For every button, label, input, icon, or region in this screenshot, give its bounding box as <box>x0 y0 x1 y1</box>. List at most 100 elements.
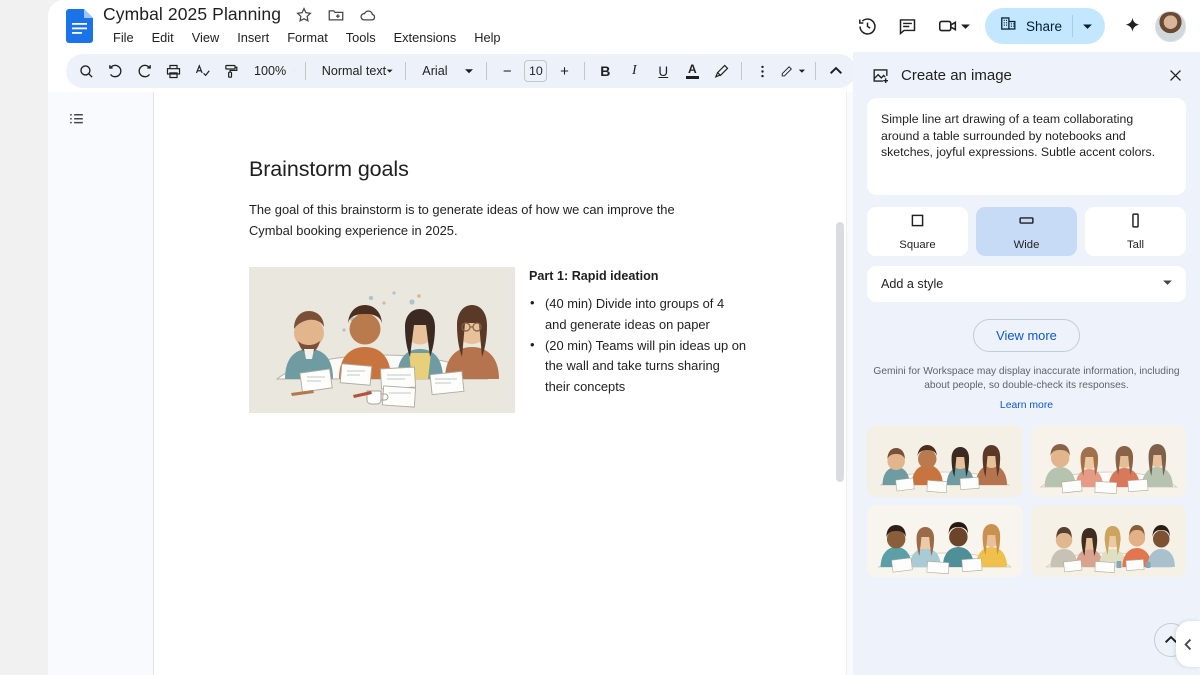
menu-bar: File Edit View Insert Format Tools Exten… <box>105 27 509 48</box>
document-section: Part 1: Rapid ideation (40 min) Divide i… <box>529 267 747 413</box>
aspect-ratio-group: Square Wide Tall <box>867 207 1186 256</box>
zoom-level-dropdown[interactable]: 100% <box>246 57 299 85</box>
list-item: (20 min) Teams will pin ideas up on the … <box>529 335 747 397</box>
text-color-button[interactable]: A <box>678 57 706 85</box>
text-color-swatch <box>685 75 699 79</box>
list-item: (40 min) Divide into groups of 4 and gen… <box>529 293 747 335</box>
more-options-icon[interactable] <box>748 57 776 85</box>
generated-image-thumbnail[interactable] <box>1030 505 1186 578</box>
side-panel-title: Create an image <box>901 66 1012 84</box>
menu-insert[interactable]: Insert <box>229 27 277 48</box>
ratio-wide-label: Wide <box>1013 239 1040 251</box>
menu-help[interactable]: Help <box>466 27 508 48</box>
bold-button[interactable]: B <box>591 57 619 85</box>
font-size-input[interactable]: 10 <box>524 60 548 82</box>
underline-label: U <box>658 63 669 79</box>
highlight-pen-icon[interactable] <box>707 57 735 85</box>
ratio-square-button[interactable]: Square <box>867 207 968 256</box>
divider <box>584 62 586 80</box>
menu-extensions[interactable]: Extensions <box>386 27 465 48</box>
undo-icon[interactable] <box>101 57 129 85</box>
ratio-tall-button[interactable]: Tall <box>1085 207 1186 256</box>
header-actions: Share <box>851 0 1186 52</box>
decrease-font-size-button[interactable]: − <box>493 57 521 85</box>
chevron-down-icon <box>1162 277 1173 291</box>
print-icon[interactable] <box>159 57 187 85</box>
square-ratio-icon <box>909 212 926 234</box>
gemini-side-panel: Create an image Simple line art drawing … <box>853 52 1200 675</box>
share-label: Share <box>1025 18 1062 34</box>
generated-image-thumbnail[interactable] <box>867 505 1023 578</box>
document-canvas: Brainstorm goals The goal of this brains… <box>105 92 853 675</box>
document-page[interactable]: Brainstorm goals The goal of this brains… <box>153 92 847 675</box>
paragraph-style-dropdown[interactable]: Normal text <box>312 57 400 85</box>
chevron-down-icon <box>294 70 295 72</box>
menu-tools[interactable]: Tools <box>338 27 384 48</box>
menu-view[interactable]: View <box>184 27 228 48</box>
collapse-panel-button[interactable] <box>1176 621 1200 667</box>
generated-image-results <box>867 425 1186 578</box>
close-icon[interactable] <box>1158 58 1192 92</box>
underline-button[interactable]: U <box>649 57 677 85</box>
edit-mode-pen-icon[interactable] <box>777 57 809 85</box>
font-family-dropdown[interactable]: Arial <box>412 57 480 85</box>
italic-button[interactable]: I <box>620 57 648 85</box>
menu-edit[interactable]: Edit <box>144 27 182 48</box>
meet-button[interactable] <box>931 9 975 43</box>
prompt-input[interactable]: Simple line art drawing of a team collab… <box>867 98 1186 195</box>
side-panel-header: Create an image <box>853 52 1200 98</box>
tall-ratio-icon <box>1127 212 1144 234</box>
share-dropdown-caret[interactable] <box>1073 21 1101 32</box>
learn-more-link[interactable]: Learn more <box>867 400 1186 411</box>
document-scrollbar[interactable] <box>836 222 844 482</box>
divider <box>815 62 816 80</box>
gemini-disclaimer: Gemini for Workspace may display inaccur… <box>873 366 1180 391</box>
page-title[interactable]: Cymbal 2025 Planning <box>103 4 281 25</box>
italic-label: I <box>631 63 637 78</box>
bullet-list: (40 min) Divide into groups of 4 and gen… <box>529 293 747 397</box>
app-header: Cymbal 2025 Planning File Edit View Inse… <box>48 0 1200 52</box>
document-paragraph: The goal of this brainstorm is to genera… <box>249 202 675 238</box>
generated-image-thumbnail[interactable] <box>1030 425 1186 498</box>
cloud-saved-icon[interactable] <box>359 6 377 24</box>
bold-label: B <box>600 63 611 79</box>
add-image-icon <box>871 66 890 85</box>
inserted-team-illustration[interactable] <box>249 267 515 414</box>
ratio-wide-button[interactable]: Wide <box>976 207 1077 256</box>
divider <box>304 62 306 80</box>
avatar[interactable] <box>1155 10 1186 42</box>
paint-format-icon[interactable] <box>217 57 245 85</box>
style-dropdown[interactable]: Add a style <box>867 266 1186 302</box>
divider <box>405 62 407 80</box>
move-to-folder-icon[interactable] <box>327 6 345 24</box>
increase-font-size-label: + <box>560 62 569 80</box>
menu-format[interactable]: Format <box>279 27 336 48</box>
star-icon[interactable] <box>295 6 313 24</box>
increase-font-size-button[interactable]: + <box>550 57 578 85</box>
comment-icon[interactable] <box>891 9 925 43</box>
chevron-down-icon <box>961 24 970 29</box>
redo-icon[interactable] <box>130 57 158 85</box>
domain-share-icon <box>999 14 1018 38</box>
chevron-down-icon <box>465 69 474 74</box>
zoom-level-value: 100% <box>254 64 287 78</box>
version-history-icon[interactable] <box>851 9 885 43</box>
collapse-toolbar-icon[interactable] <box>822 57 850 85</box>
document-outline-icon[interactable] <box>59 102 93 136</box>
menu-file[interactable]: File <box>105 27 142 48</box>
view-more-button[interactable]: View more <box>973 319 1080 352</box>
ratio-square-label: Square <box>899 239 936 251</box>
share-button[interactable]: Share <box>984 8 1105 44</box>
spellcheck-icon[interactable] <box>188 57 216 85</box>
gemini-spark-icon[interactable] <box>1115 9 1149 43</box>
generated-image-thumbnail[interactable] <box>867 425 1023 498</box>
view-more-row: View more <box>867 319 1186 352</box>
document-heading: Brainstorm goals <box>249 157 409 181</box>
left-rail <box>48 92 105 675</box>
google-docs-icon[interactable] <box>66 9 93 43</box>
chevron-left-icon <box>1183 638 1191 650</box>
document-content: Brainstorm goals The goal of this brains… <box>249 157 749 414</box>
divider <box>486 62 488 80</box>
search-icon[interactable] <box>72 57 100 85</box>
section-title: Part 1: Rapid ideation <box>529 269 659 284</box>
